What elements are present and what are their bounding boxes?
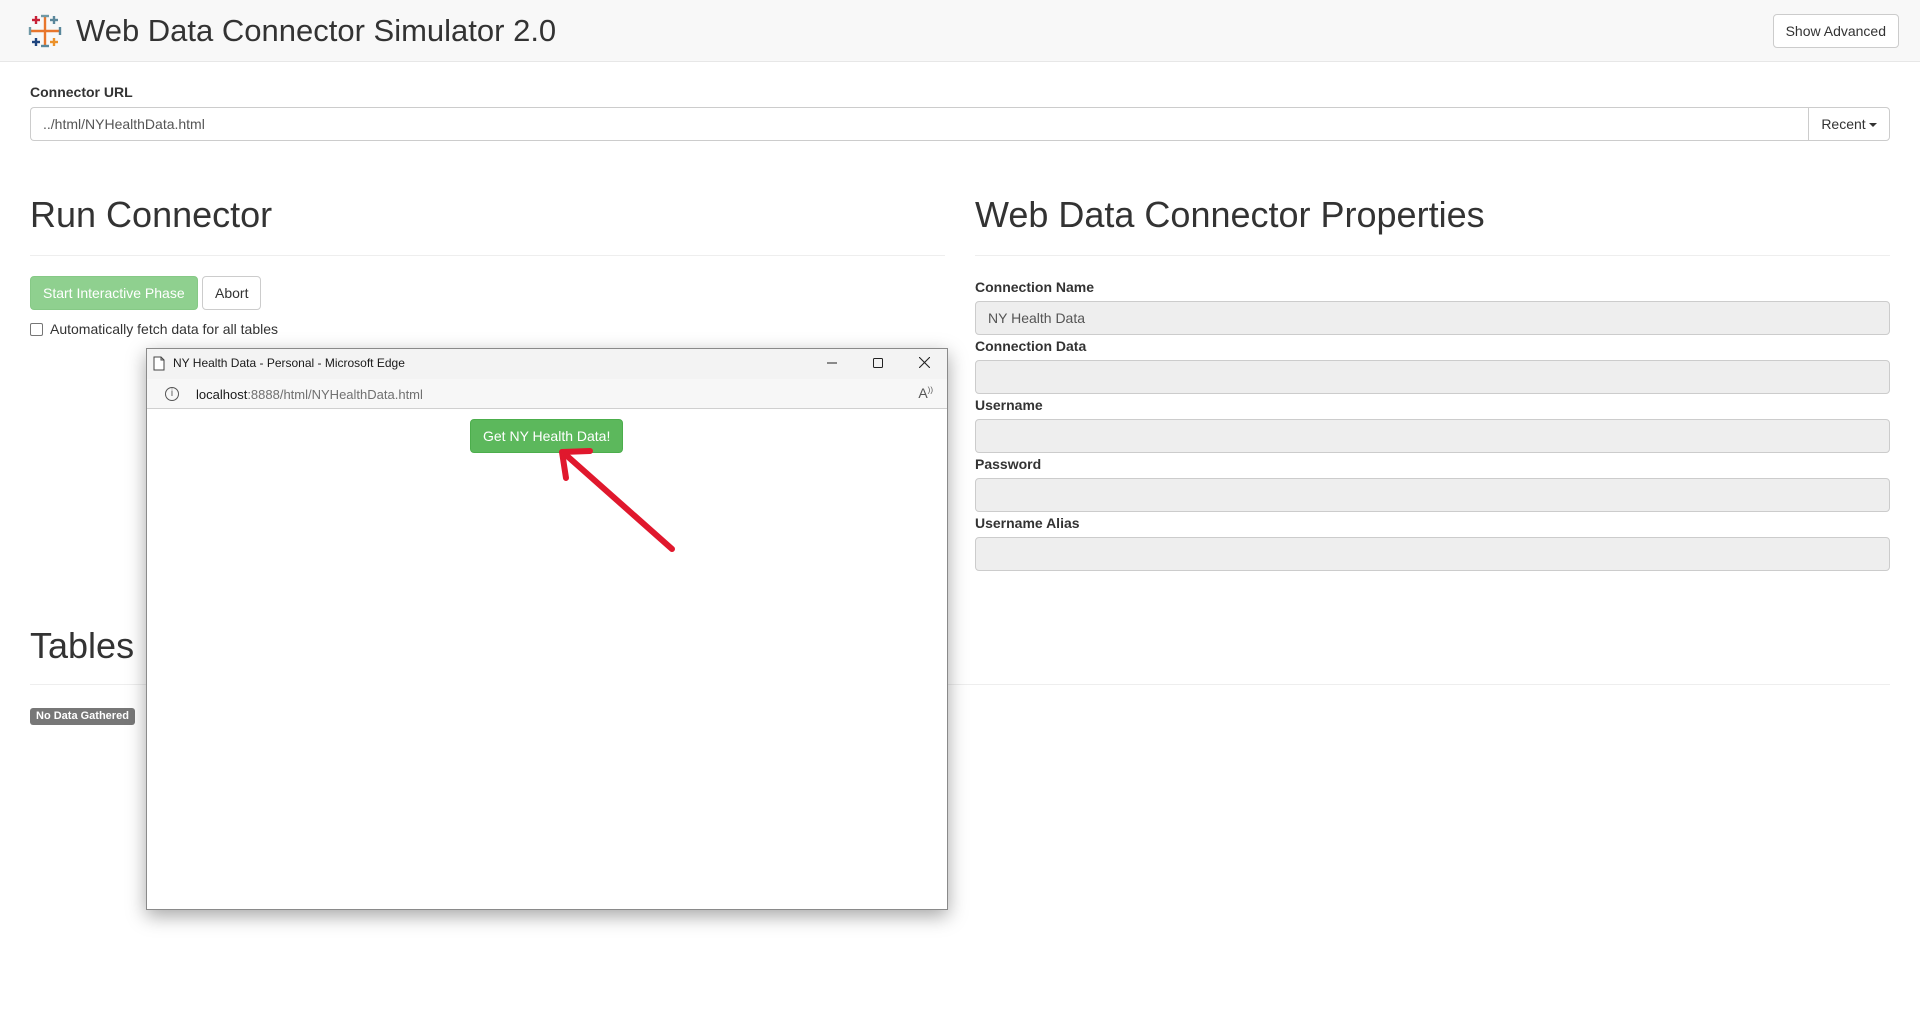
divider <box>30 255 945 256</box>
info-icon[interactable]: i <box>165 387 179 401</box>
popup-window-title: NY Health Data - Personal - Microsoft Ed… <box>173 356 405 370</box>
minimize-button[interactable] <box>809 349 855 379</box>
username-alias-label: Username Alias <box>975 515 1080 531</box>
connection-data-field[interactable] <box>975 360 1890 394</box>
run-connector-heading: Run Connector <box>30 194 273 235</box>
address-path: :8888/html/NYHealthData.html <box>247 387 423 402</box>
auto-fetch-checkbox[interactable] <box>30 323 43 336</box>
maximize-icon <box>873 358 883 368</box>
get-ny-health-data-button[interactable]: Get NY Health Data! <box>470 419 624 453</box>
tableau-logo-icon <box>28 14 62 48</box>
show-advanced-button[interactable]: Show Advanced <box>1772 14 1899 48</box>
popup-titlebar[interactable]: NY Health Data - Personal - Microsoft Ed… <box>147 349 947 379</box>
username-alias-field[interactable] <box>975 537 1890 571</box>
minimize-icon <box>827 362 837 364</box>
popup-address[interactable]: localhost:8888/html/NYHealthData.html <box>196 387 423 402</box>
top-navbar: Web Data Connector Simulator 2.0 Show Ad… <box>0 0 1920 62</box>
username-label: Username <box>975 397 1043 413</box>
connection-data-label: Connection Data <box>975 338 1087 354</box>
recent-label: Recent <box>1821 116 1866 132</box>
connector-url-group: ../html/NYHealthData.html Recent <box>30 107 1890 141</box>
abort-button[interactable]: Abort <box>202 276 262 310</box>
page-icon <box>153 356 165 371</box>
username-field[interactable] <box>975 419 1890 453</box>
connection-name-field[interactable]: NY Health Data <box>975 301 1890 335</box>
chevron-down-icon <box>1868 123 1877 128</box>
properties-heading: Web Data Connector Properties <box>975 194 1485 235</box>
popup-address-bar[interactable]: i localhost:8888/html/NYHealthData.html … <box>147 379 947 409</box>
recent-dropdown-button[interactable]: Recent <box>1808 107 1890 141</box>
read-aloud-icon[interactable]: A)) <box>918 385 933 401</box>
app-title: Web Data Connector Simulator 2.0 <box>76 13 557 48</box>
password-field[interactable] <box>975 478 1890 512</box>
connector-url-input[interactable]: ../html/NYHealthData.html <box>30 107 1808 141</box>
auto-fetch-label: Automatically fetch data for all tables <box>50 321 279 337</box>
start-interactive-phase-button[interactable]: Start Interactive Phase <box>30 276 198 310</box>
maximize-button[interactable] <box>855 349 901 379</box>
close-icon <box>918 356 930 369</box>
tables-heading: Tables <box>30 625 135 666</box>
close-button[interactable] <box>901 349 947 379</box>
edge-popup-window: NY Health Data - Personal - Microsoft Ed… <box>146 348 948 910</box>
divider <box>975 255 1890 256</box>
address-host: localhost <box>196 387 248 402</box>
connector-url-label: Connector URL <box>30 84 133 100</box>
connection-name-label: Connection Name <box>975 279 1095 295</box>
password-label: Password <box>975 456 1042 472</box>
no-data-badge: No Data Gathered <box>30 708 135 725</box>
